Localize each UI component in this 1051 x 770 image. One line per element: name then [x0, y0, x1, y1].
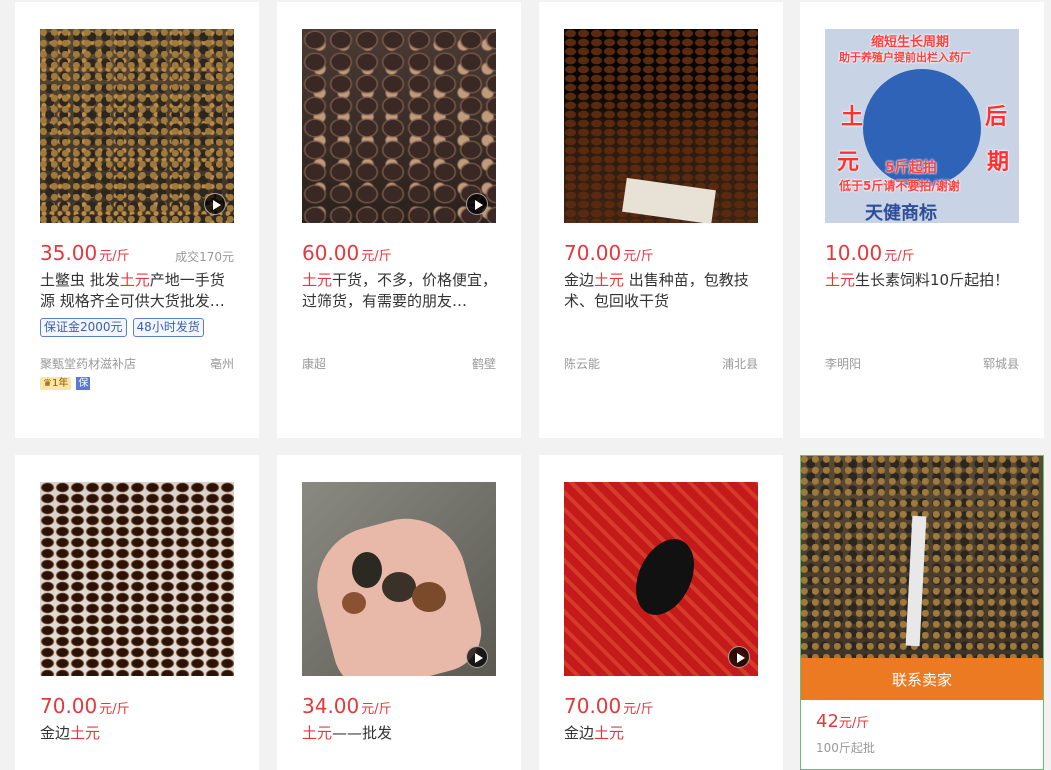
- product-card-2[interactable]: 60.00 元/斤 土元干货，不多，价格便宜，过筛货，有需要的朋友… 康超 鹤壁: [277, 2, 521, 438]
- poster-char: 元: [837, 150, 860, 175]
- poster-min-order: 5斤起拍: [885, 160, 937, 176]
- seller-location: 浦北县: [721, 357, 758, 371]
- seller-name[interactable]: 聚甄堂药材滋补店: [40, 355, 136, 372]
- product-label-card: [622, 177, 716, 223]
- product-card-1[interactable]: 35.00 元/斤 成交170元 土鳖虫 批发土元产地一手货源 规格齐全可供大货批…: [15, 2, 259, 438]
- poster-char: 土: [841, 105, 864, 130]
- product-price: 10.00 元/斤: [825, 241, 915, 265]
- seller-name[interactable]: 李明阳: [825, 355, 861, 372]
- product-price: 70.00 元/斤: [564, 241, 654, 265]
- product-price: 70.00 元/斤: [40, 694, 130, 718]
- insect-shape: [342, 592, 366, 614]
- product-image[interactable]: [564, 482, 758, 676]
- product-card-4[interactable]: 缩短生长周期 助于养殖户提前出栏入药厂 土 元 后 期 5斤起拍 低于5斤请不要…: [800, 2, 1044, 438]
- product-price: 42元/斤: [816, 711, 870, 732]
- poster-trademark: 天健商标: [865, 203, 937, 223]
- play-video-icon[interactable]: [204, 193, 226, 215]
- membership-year-badge: ♛1年: [40, 377, 72, 390]
- deposit-tag: 保证金2000元: [40, 318, 127, 337]
- product-image[interactable]: 缩短生长周期 助于养殖户提前出栏入药厂 土 元 后 期 5斤起拍 低于5斤请不要…: [825, 29, 1019, 223]
- product-price: 70.00 元/斤: [564, 694, 654, 718]
- contact-seller-button[interactable]: 联系卖家: [801, 658, 1043, 700]
- poster-char: 后: [985, 105, 1008, 130]
- minimum-order: 100斤起批: [816, 741, 875, 755]
- product-image[interactable]: [40, 29, 234, 223]
- seller-location: 亳州: [209, 357, 234, 371]
- product-price: 60.00 元/斤: [302, 241, 392, 265]
- seller-location: 郓城县: [982, 357, 1019, 371]
- sales-volume: 成交170元: [175, 250, 234, 264]
- marker-pen: [905, 515, 927, 647]
- guarantee-badge: 保: [76, 377, 91, 390]
- seller-location: 鹤壁: [471, 357, 496, 371]
- insect-shape: [412, 582, 446, 612]
- product-title[interactable]: 金边土元 出售种苗，包教技术、包回收干货: [564, 270, 760, 312]
- product-image[interactable]: [302, 482, 496, 676]
- poster-subline: 助于养殖户提前出栏入药厂: [839, 51, 971, 64]
- product-price: 35.00 元/斤: [40, 241, 130, 265]
- product-image[interactable]: [302, 29, 496, 223]
- product-card-7[interactable]: 70.00 元/斤 金边土元: [539, 455, 783, 770]
- insect-shape: [352, 552, 382, 588]
- product-price: 34.00 元/斤: [302, 694, 392, 718]
- product-image[interactable]: [40, 482, 234, 676]
- product-title[interactable]: 土元生长素饲料10斤起拍！: [825, 270, 1021, 291]
- product-card-3[interactable]: 70.00 元/斤 金边土元 出售种苗，包教技术、包回收干货 陈云能 浦北县: [539, 2, 783, 438]
- poster-note: 低于5斤请不要拍/谢谢: [839, 179, 960, 193]
- product-image[interactable]: [564, 29, 758, 223]
- product-title[interactable]: 土鳖虫 批发土元产地一手货源 规格齐全可供大货批发…: [40, 270, 236, 312]
- product-title[interactable]: 土元干货，不多，价格便宜，过筛货，有需要的朋友…: [302, 270, 498, 312]
- product-card-8[interactable]: 联系卖家 42元/斤 100斤起批: [800, 455, 1044, 770]
- seller-name[interactable]: 康超: [302, 355, 326, 372]
- product-title[interactable]: 金边土元: [564, 723, 760, 744]
- product-card-5[interactable]: 70.00 元/斤 金边土元: [15, 455, 259, 770]
- shipping-tag: 48小时发货: [132, 318, 204, 337]
- insect-shape: [624, 529, 706, 625]
- insect-shape: [382, 572, 416, 602]
- product-title[interactable]: 土元——批发: [302, 723, 498, 744]
- product-card-6[interactable]: 34.00 元/斤 土元——批发: [277, 455, 521, 770]
- play-video-icon[interactable]: [728, 646, 750, 668]
- product-title[interactable]: 金边土元: [40, 723, 236, 744]
- seller-name[interactable]: 陈云能: [564, 355, 600, 372]
- poster-headline: 缩短生长周期: [871, 35, 950, 50]
- play-video-icon[interactable]: [466, 193, 488, 215]
- play-video-icon[interactable]: [466, 646, 488, 668]
- poster-char: 期: [987, 150, 1010, 175]
